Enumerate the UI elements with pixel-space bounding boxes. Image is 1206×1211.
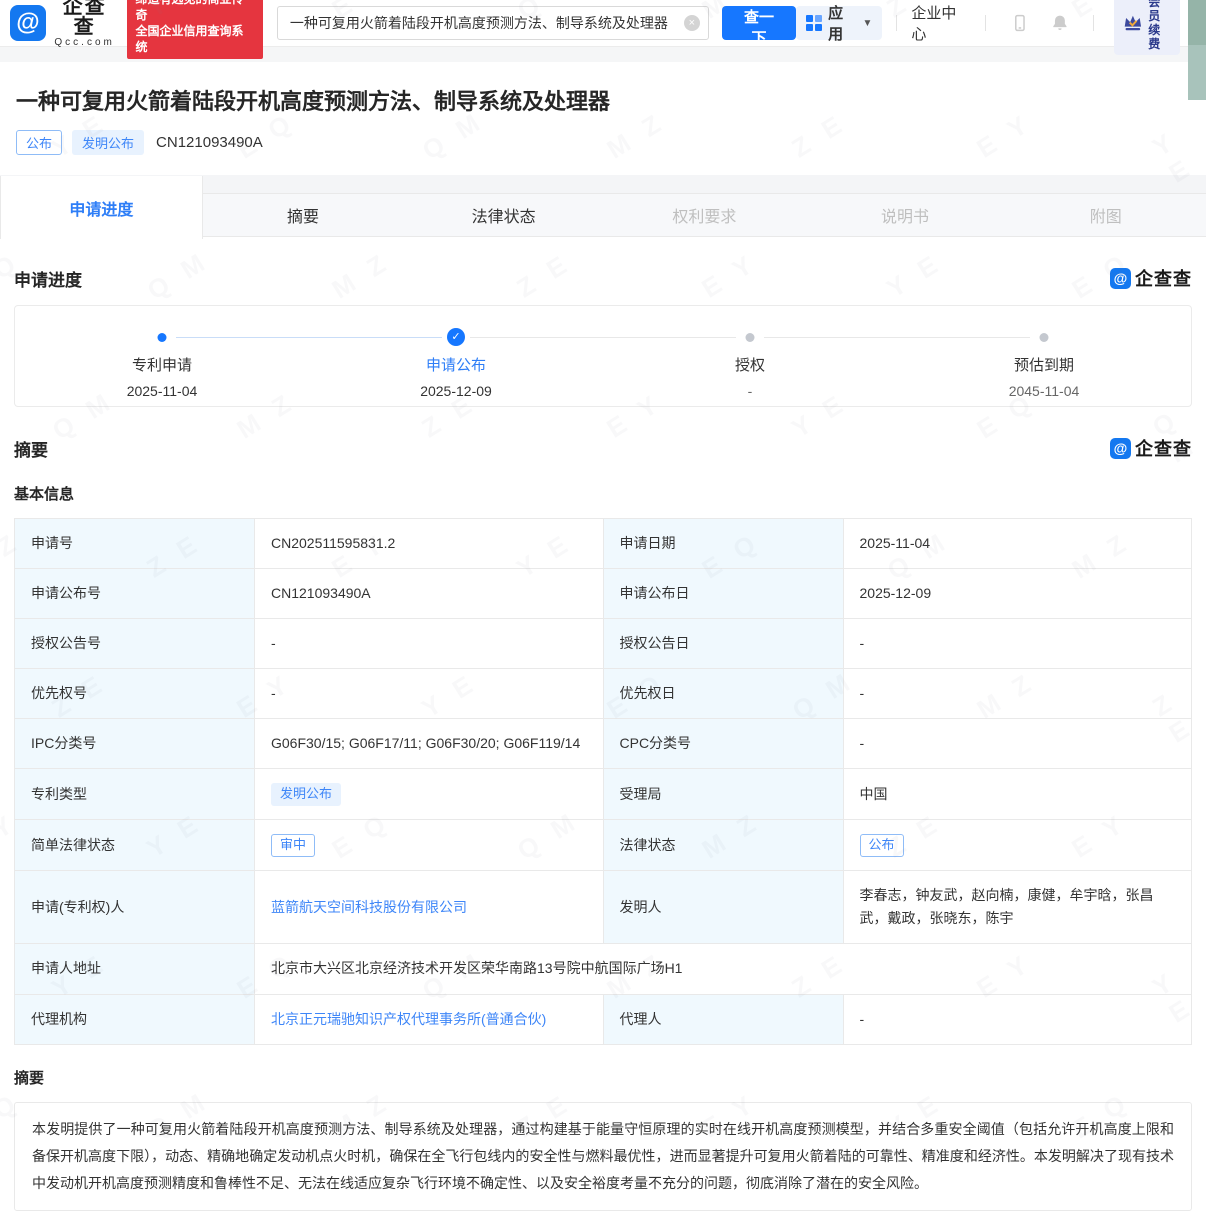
- qcc-logo[interactable]: @ 企查查 Qcc.com: [10, 0, 117, 49]
- timeline-step-expiry: 预估到期 2045-11-04: [897, 330, 1191, 406]
- basic-info-title: 基本信息: [14, 483, 1192, 504]
- application-progress-timeline: 专利申请 2025-11-04 ✓ 申请公布 2025-12-09 授权 - 预…: [14, 305, 1192, 407]
- table-row: 申请号 CN202511595831.2 申请日期 2025-11-04: [15, 519, 1192, 569]
- table-row: 授权公告号 - 授权公告日 -: [15, 619, 1192, 669]
- tab-claims[interactable]: 权利要求: [604, 194, 805, 236]
- summary-section-title: 摘要: [14, 436, 48, 461]
- tab-application-progress[interactable]: 申请进度: [0, 176, 203, 239]
- notification-bell-icon[interactable]: [1050, 13, 1070, 33]
- table-row: 简单法律状态 审中 法律状态 公布: [15, 820, 1192, 871]
- search-button[interactable]: 查一下: [722, 6, 796, 40]
- table-row: 申请公布号 CN121093490A 申请公布日 2025-12-09: [15, 569, 1192, 619]
- qcc-brand-icon: @: [1110, 438, 1131, 459]
- qcc-brand-mark: @ 企查查: [1110, 265, 1192, 291]
- agent: -: [843, 994, 1192, 1044]
- brand-slogan: 缔造有远见的商业传奇 全国企业信用查询系统: [127, 0, 262, 59]
- patent-type-tag: 发明公布: [271, 783, 341, 806]
- tab-legal-status[interactable]: 法律状态: [403, 194, 604, 236]
- table-row: IPC分类号 G06F30/15; G06F17/11; G06F30/20; …: [15, 719, 1192, 769]
- timeline-step-filing: 专利申请 2025-11-04: [15, 330, 309, 406]
- tab-abstract[interactable]: 摘要: [203, 194, 404, 236]
- qcc-logo-icon: @: [10, 5, 46, 41]
- apps-menu-button[interactable]: 应用 ▼: [796, 6, 882, 40]
- application-number: CN202511595831.2: [255, 519, 604, 569]
- applicant-company-link[interactable]: 蓝箭航天空间科技股份有限公司: [271, 899, 467, 915]
- abstract-text: 本发明提供了一种可复用火箭着陆段开机高度预测方法、制导系统及处理器，通过构建基于…: [14, 1102, 1192, 1211]
- crown-icon: [1122, 12, 1144, 34]
- timeline-dot-pending: [746, 333, 755, 342]
- timeline-dot-pending: [1040, 333, 1049, 342]
- legal-status-tag: 公布: [860, 834, 904, 857]
- publication-date: 2025-12-09: [843, 569, 1192, 619]
- mobile-app-icon[interactable]: [1010, 13, 1030, 33]
- qcc-brand-mark: @ 企查查: [1110, 435, 1192, 461]
- publication-number: CN121093490A: [156, 134, 263, 151]
- search-input[interactable]: [277, 6, 709, 40]
- timeline-step-publication: ✓ 申请公布 2025-12-09: [309, 330, 603, 406]
- main-content: 申请进度 @ 企查查 专利申请 2025-11-04 ✓ 申请公布 2025-1…: [0, 265, 1206, 1211]
- logo-name: 企查查: [52, 0, 118, 37]
- patent-type-badge: 发明公布: [72, 130, 144, 155]
- clear-search-icon[interactable]: ×: [684, 15, 700, 31]
- enterprise-center-link[interactable]: 企业中心: [911, 2, 970, 44]
- apps-grid-icon: [806, 15, 822, 31]
- status-badge: 公布: [16, 130, 62, 155]
- check-icon: ✓: [447, 328, 465, 346]
- tab-bar: 申请进度 摘要 法律状态 权利要求 说明书 附图: [0, 193, 1206, 237]
- agency-link[interactable]: 北京正元瑞驰知识产权代理事务所(普通合伙): [271, 1011, 546, 1027]
- qcc-brand-icon: @: [1110, 268, 1131, 289]
- tab-description[interactable]: 说明书: [805, 194, 1006, 236]
- publication-number-cell: CN121093490A: [255, 569, 604, 619]
- abstract-title: 摘要: [14, 1067, 1192, 1088]
- receiving-office: 中国: [843, 769, 1192, 820]
- timeline-dot-done: [158, 333, 167, 342]
- timeline-step-grant: 授权 -: [603, 330, 897, 406]
- vip-renew-button[interactable]: 会员 续费: [1114, 0, 1180, 55]
- patent-title: 一种可复用火箭着陆段开机高度预测方法、制导系统及处理器: [16, 84, 1190, 116]
- patent-header-section: 一种可复用火箭着陆段开机高度预测方法、制导系统及处理器 公布 发明公布 CN12…: [0, 62, 1206, 175]
- table-row: 申请人地址 北京市大兴区北京经济技术开发区荣华南路13号院中航国际广场H1: [15, 944, 1192, 994]
- logo-domain: Qcc.com: [52, 37, 118, 49]
- applicant-address: 北京市大兴区北京经济技术开发区荣华南路13号院中航国际广场H1: [255, 944, 1192, 994]
- chevron-down-icon: ▼: [862, 18, 872, 29]
- table-row: 代理机构 北京正元瑞驰知识产权代理事务所(普通合伙) 代理人 -: [15, 994, 1192, 1044]
- side-floating-widget[interactable]: [1188, 0, 1206, 100]
- table-row: 申请(专利权)人 蓝箭航天空间科技股份有限公司 发明人 李春志，钟友武，赵向楠，…: [15, 871, 1192, 944]
- table-row: 优先权号 - 优先权日 -: [15, 669, 1192, 719]
- table-row: 专利类型 发明公布 受理局 中国: [15, 769, 1192, 820]
- progress-section-title: 申请进度: [14, 266, 82, 291]
- application-date: 2025-11-04: [843, 519, 1192, 569]
- ipc-classification: G06F30/15; G06F17/11; G06F30/20; G06F119…: [255, 719, 604, 769]
- top-header: @ 企查查 Qcc.com 缔造有远见的商业传奇 全国企业信用查询系统 × 查一…: [0, 0, 1206, 46]
- simple-legal-status-tag: 审中: [271, 834, 315, 857]
- tab-figures[interactable]: 附图: [1005, 194, 1206, 236]
- inventors-list: 李春志，钟友武，赵向楠，康健，牟宇晗，张昌武，戴政，张晓东，陈宇: [843, 871, 1192, 944]
- patent-basic-info-table: 申请号 CN202511595831.2 申请日期 2025-11-04 申请公…: [14, 518, 1192, 1045]
